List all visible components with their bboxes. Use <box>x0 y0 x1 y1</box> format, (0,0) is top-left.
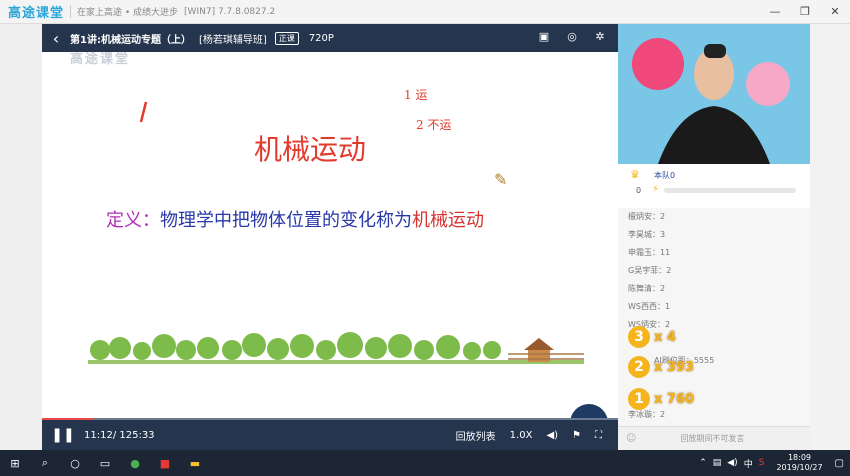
maximize-button[interactable]: ❐ <box>790 0 820 24</box>
folder-icon[interactable]: ▬ <box>180 457 210 470</box>
ranking-item: WS西西：1 <box>628 302 671 311</box>
medal-count: x 393 <box>654 359 695 375</box>
network-icon[interactable]: ▤ <box>713 458 722 468</box>
fullscreen-icon[interactable]: ⛶ <box>595 430 602 441</box>
medal-rank: 3 <box>628 326 650 348</box>
playlist-button[interactable]: 回放列表 <box>456 428 496 443</box>
medal-rank: 1 <box>628 388 650 410</box>
back-icon[interactable]: ‹ <box>42 29 70 48</box>
volume-icon[interactable]: ◀) <box>546 430 558 441</box>
camera-feed-image <box>632 38 790 164</box>
definition-body: 物理学中把物体位置的变化称为 <box>160 210 412 231</box>
teacher-camera <box>618 24 810 164</box>
definition-text: 定义：物理学中把物体位置的变化称为机械运动 <box>106 206 484 232</box>
team-progress-track <box>664 188 796 193</box>
side-panel: ♛ 本队0 0 ⚡ 檀炳安：2 李昊城：3 申霜玉：11 G吴宇菲：2 陈舞清：… <box>618 24 850 450</box>
app-title-bar: 高途课堂 在家上高途 • 成绩大进步 [WIN7] 7.7.8.0827.2 —… <box>0 0 850 24</box>
lightning-icon: ⚡ <box>652 184 660 195</box>
eye-icon[interactable]: ◎ <box>564 29 580 45</box>
annotation-1: 1 运 <box>404 88 428 102</box>
ranking-item: 檀炳安：2 <box>628 212 666 221</box>
medal-rank: 2 <box>628 356 650 378</box>
player-controls: ❚❚ 11:12/ 125:33 回放列表 1.0X ◀) ⚑ ⛶ <box>42 420 618 450</box>
team-score-panel: ♛ 本队0 0 ⚡ <box>618 164 810 204</box>
clock-time: 18:09 <box>787 453 812 462</box>
bookmark-icon[interactable]: ⚑ <box>572 430 581 441</box>
browser-icon[interactable]: ● <box>120 457 150 470</box>
tray-up-icon[interactable]: ⌃ <box>699 458 707 468</box>
ime-indicator[interactable]: 中 <box>744 457 753 470</box>
clock[interactable]: 18:09 2019/10/27 <box>776 453 822 473</box>
crown-icon: ♛ <box>630 168 640 181</box>
ranking-item: G吴宇菲：2 <box>628 266 672 275</box>
resolution-label[interactable]: 720P <box>309 33 334 44</box>
settings-icon[interactable]: ✲ <box>592 29 608 45</box>
pencil-icon[interactable]: ✎ <box>494 170 507 189</box>
no-speak-notice: 回放期间不可发言 <box>680 434 745 443</box>
windows-taskbar: ⊞ ⌕ ○ ▭ ● ■ ▬ ⌃ ▤ ◀) 中 S 18:09 2019/10/2… <box>0 450 850 476</box>
definition-label: 定义： <box>106 210 160 231</box>
chat-icon: ☺ <box>626 433 637 444</box>
medal-count: x 760 <box>654 391 695 407</box>
notification-icon[interactable]: ▢ <box>835 458 844 469</box>
app-slogan: 在家上高途 • 成绩大进步 <box>70 5 178 18</box>
ranking-item: 申霜玉：11 <box>628 248 671 257</box>
right-margin <box>810 24 850 450</box>
slide-title: 机械运动 <box>253 133 366 166</box>
app-icon[interactable]: ■ <box>150 457 180 470</box>
volume-tray-icon[interactable]: ◀) <box>727 458 737 468</box>
task-view-icon[interactable]: ▭ <box>90 457 120 470</box>
minimize-button[interactable]: — <box>760 0 790 24</box>
team-name: 本队0 <box>654 171 676 180</box>
medal-count: x 4 <box>654 329 676 345</box>
speed-button[interactable]: 1.0X <box>510 430 533 441</box>
medal-row: 1 x 760 <box>628 388 694 410</box>
left-margin <box>0 24 42 450</box>
trees-illustration <box>88 332 584 364</box>
video-player[interactable]: 高途课堂 ‹ 第1讲:机械运动专题（上） [杨若琪辅导班] 正课 720P ▣ … <box>42 24 618 450</box>
search-icon[interactable]: ⌕ <box>30 456 60 470</box>
medal-row: 3 x 4 <box>628 326 676 348</box>
lock-icon[interactable]: ▣ <box>536 29 552 45</box>
ranking-item: 陈舞清：2 <box>628 284 666 293</box>
chat-disabled-bar: ☺ 回放期间不可发言 <box>618 426 810 450</box>
ranking-item: 李昊城：3 <box>628 230 666 239</box>
start-icon[interactable]: ⊞ <box>0 457 30 470</box>
app-logo: 高途课堂 <box>8 6 65 21</box>
player-top-bar: ‹ 第1讲:机械运动专题（上） [杨若琪辅导班] 正课 720P ▣ ◎ ✲ <box>42 24 618 52</box>
pause-icon[interactable]: ❚❚ <box>46 427 80 443</box>
close-button[interactable]: ✕ <box>820 0 850 24</box>
clock-date: 2019/10/27 <box>776 463 823 472</box>
pen-stroke <box>139 101 148 123</box>
cortana-icon[interactable]: ○ <box>60 457 90 470</box>
team-score: 0 <box>636 186 642 195</box>
lesson-title: 第1讲:机械运动专题（上） <box>70 34 191 46</box>
teacher-name: [杨若琪辅导班] <box>198 34 267 46</box>
app-version: [WIN7] 7.7.8.0827.2 <box>184 6 276 17</box>
playback-time: 11:12/ 125:33 <box>84 429 155 441</box>
definition-highlight: 机械运动 <box>412 210 484 231</box>
window-controls: — ❐ ✕ <box>760 0 850 24</box>
antivirus-icon[interactable]: S <box>759 458 765 468</box>
medal-row: 2 x 393 <box>628 356 694 378</box>
course-badge: 正课 <box>274 31 299 45</box>
system-tray: ⌃ ▤ ◀) 中 S 18:09 2019/10/27 ▢ <box>699 450 850 476</box>
